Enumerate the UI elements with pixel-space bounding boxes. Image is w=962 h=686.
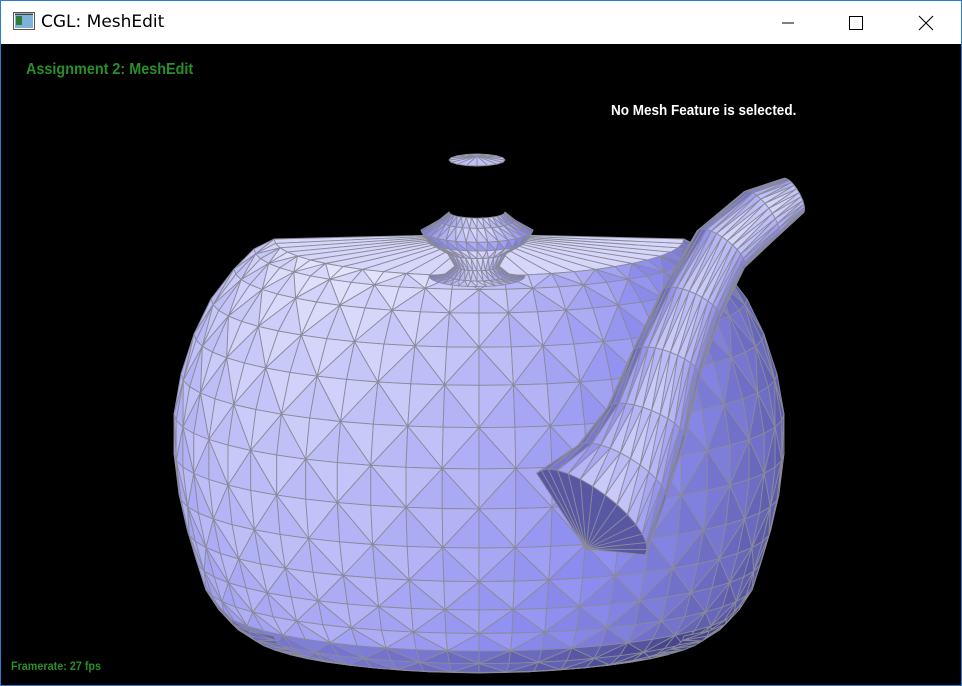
teapot-mesh[interactable] xyxy=(1,44,961,685)
teapot-face[interactable] xyxy=(429,671,455,674)
maximize-button[interactable] xyxy=(826,1,886,44)
selection-status: No Mesh Feature is selected. xyxy=(611,102,797,119)
title-bar[interactable]: CGL: MeshEdit xyxy=(1,1,961,44)
app-window: CGL: MeshEdit Assignment 2: MeshEdit No … xyxy=(0,0,962,686)
maximize-icon xyxy=(849,15,863,30)
window-title: CGL: MeshEdit xyxy=(41,12,165,32)
mesh-viewport[interactable]: Assignment 2: MeshEdit No Mesh Feature i… xyxy=(1,44,961,685)
minimize-button[interactable] xyxy=(758,1,818,44)
close-button[interactable] xyxy=(896,1,956,44)
teapot-face[interactable] xyxy=(503,671,529,674)
assignment-title: Assignment 2: MeshEdit xyxy=(26,61,194,78)
close-icon xyxy=(918,15,934,30)
framerate-readout: Framerate: 27 fps xyxy=(11,659,102,673)
minimize-icon xyxy=(782,22,794,23)
app-window-icon xyxy=(13,12,35,30)
